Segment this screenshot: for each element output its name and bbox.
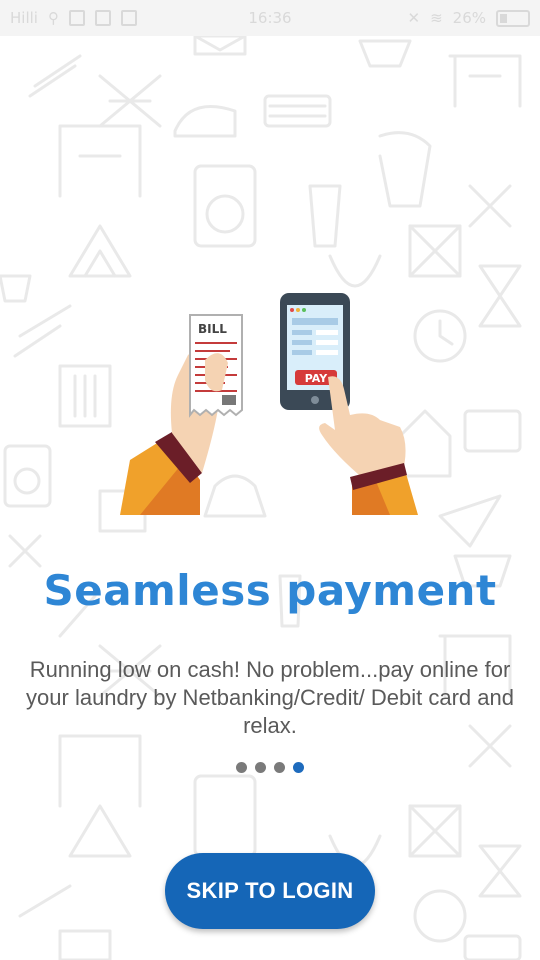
pattern-rack-icon-4 bbox=[58, 929, 112, 960]
pattern-hanger-icon bbox=[448, 54, 522, 108]
pattern-clock-icon-2 bbox=[413, 889, 467, 943]
pattern-no-dry-icon bbox=[468, 184, 512, 228]
pattern-triangle-icon-2 bbox=[68, 804, 132, 858]
pattern-peg-icon-2 bbox=[13, 304, 72, 358]
pattern-hourglass-icon-2 bbox=[478, 844, 522, 898]
status-bar: Hilli ⚲ 16:36 ✕ ≋ 26% bbox=[0, 0, 540, 36]
pattern-washer-icon bbox=[193, 164, 257, 248]
pattern-peg-icon-4 bbox=[18, 884, 72, 918]
page-dot-1[interactable] bbox=[236, 762, 247, 773]
battery-percent: 26% bbox=[452, 9, 486, 27]
pattern-tub-icon bbox=[358, 39, 412, 68]
page-dot-4-active[interactable] bbox=[293, 762, 304, 773]
pattern-triangle-icon bbox=[68, 224, 132, 278]
status-right: ✕ ≋ 26% bbox=[407, 9, 530, 27]
pattern-shirt-icon bbox=[378, 131, 432, 208]
pattern-bowl-icon bbox=[0, 274, 32, 303]
page-dot-2[interactable] bbox=[255, 762, 266, 773]
pattern-washer-icon-3 bbox=[193, 774, 257, 858]
pattern-hand-wash-icon bbox=[328, 254, 382, 288]
pattern-basket-icon bbox=[263, 94, 332, 128]
pattern-bottle-icon bbox=[308, 184, 342, 248]
pattern-message-icon-2 bbox=[463, 934, 522, 960]
pattern-message-icon bbox=[463, 409, 522, 453]
slide-title: Seamless payment bbox=[43, 566, 497, 615]
page-dot-3[interactable] bbox=[274, 762, 285, 773]
pattern-hourglass-icon bbox=[478, 264, 522, 328]
right-hand-shape bbox=[319, 376, 406, 480]
payment-illustration: BILL PAY bbox=[120, 293, 418, 515]
pattern-x-icon bbox=[8, 534, 42, 568]
battery-icon bbox=[496, 9, 530, 27]
pattern-peg-icon bbox=[28, 54, 82, 98]
bill-label: BILL bbox=[198, 322, 227, 336]
mute-icon: ✕ bbox=[407, 9, 421, 27]
page-indicator bbox=[0, 762, 540, 773]
pattern-no-wash-icon bbox=[98, 74, 162, 128]
pattern-plane-icon bbox=[438, 494, 502, 548]
skip-to-login-button[interactable]: SKIP TO LOGIN bbox=[165, 853, 375, 929]
skip-to-login-label: SKIP TO LOGIN bbox=[186, 878, 354, 903]
slide-description: Running low on cash! No problem...pay on… bbox=[26, 657, 514, 738]
wifi-icon: ≋ bbox=[430, 9, 443, 27]
pattern-iron-icon bbox=[173, 105, 237, 138]
pattern-washer-icon-2 bbox=[3, 444, 52, 508]
pay-label: PAY bbox=[305, 372, 329, 385]
pattern-rack-icon bbox=[58, 124, 142, 198]
